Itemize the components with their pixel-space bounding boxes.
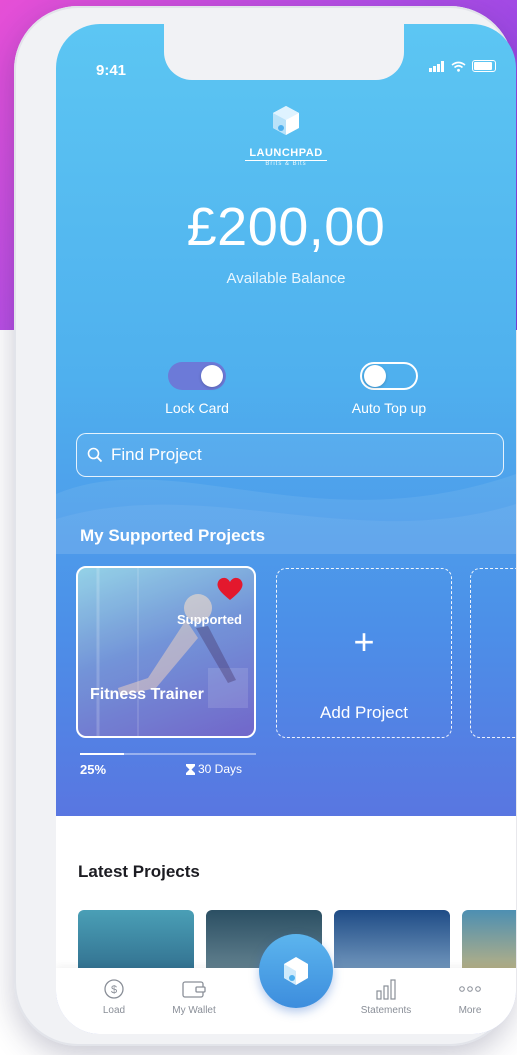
hourglass-icon bbox=[186, 763, 195, 775]
tab-label: My Wallet bbox=[172, 1005, 216, 1016]
phone-notch bbox=[164, 24, 404, 80]
search-icon bbox=[87, 447, 103, 463]
project-title: Fitness Trainer bbox=[90, 686, 204, 703]
project-duration: 30 Days bbox=[186, 762, 242, 776]
center-home-button[interactable] bbox=[259, 934, 333, 1008]
project-progress-fill bbox=[80, 753, 124, 755]
launchpad-logo-icon bbox=[284, 957, 308, 985]
tab-statements[interactable]: Statements bbox=[346, 976, 426, 1016]
toggle-knob bbox=[201, 365, 223, 387]
tab-label: Load bbox=[102, 1005, 126, 1016]
balance-amount: £200,00 bbox=[186, 197, 386, 257]
status-icons bbox=[429, 60, 496, 72]
phone-frame: 9:41 LAUNCHPAD Brits & Bits £200,00 Avai… bbox=[14, 6, 516, 1046]
signal-icon bbox=[429, 60, 444, 72]
tab-more[interactable]: More bbox=[430, 976, 510, 1016]
lock-card-toggle[interactable] bbox=[168, 362, 226, 390]
supported-projects-title: My Supported Projects bbox=[80, 526, 266, 545]
search-field[interactable] bbox=[76, 433, 504, 477]
project-duration-text: 30 Days bbox=[198, 762, 243, 776]
wallet-icon bbox=[182, 981, 206, 998]
add-project-placeholder-card[interactable] bbox=[470, 568, 516, 738]
project-card-fitness-trainer[interactable]: Supported Fitness Trainer bbox=[76, 566, 256, 738]
wifi-icon bbox=[451, 61, 466, 72]
tab-load[interactable]: $ Load bbox=[74, 976, 154, 1016]
auto-top-up-toggle[interactable] bbox=[360, 362, 418, 390]
brand-tagline: Brits & Bits bbox=[265, 161, 307, 167]
brand-logo: LAUNCHPAD Brits & Bits bbox=[236, 104, 336, 167]
launchpad-logo-icon bbox=[273, 106, 299, 135]
add-project-label: Add Project bbox=[320, 703, 408, 722]
brand-name: LAUNCHPAD bbox=[245, 147, 327, 161]
supported-badge: Supported bbox=[177, 612, 242, 627]
latest-projects-title: Latest Projects bbox=[78, 862, 200, 881]
svg-text:$: $ bbox=[111, 984, 117, 996]
toggle-knob bbox=[364, 365, 386, 387]
more-dots-icon bbox=[459, 986, 481, 992]
lock-card-label: Lock Card bbox=[165, 400, 229, 416]
tab-label: Statements bbox=[360, 1005, 412, 1016]
search-input[interactable] bbox=[109, 444, 473, 466]
tab-label: More bbox=[458, 1005, 482, 1016]
battery-icon bbox=[472, 60, 496, 72]
balance-label: Available Balance bbox=[226, 270, 346, 287]
add-project-button[interactable]: + Add Project bbox=[276, 568, 452, 738]
project-progress-bar bbox=[80, 753, 256, 755]
project-progress-label: 25% bbox=[80, 762, 107, 777]
status-time: 9:41 bbox=[96, 62, 127, 79]
app-screen: 9:41 LAUNCHPAD Brits & Bits £200,00 Avai… bbox=[56, 24, 516, 1034]
heart-icon[interactable] bbox=[216, 576, 244, 602]
bar-chart-icon bbox=[376, 979, 396, 1000]
auto-top-up-label: Auto Top up bbox=[351, 400, 427, 416]
tab-my-wallet[interactable]: My Wallet bbox=[154, 976, 234, 1016]
dollar-refresh-icon: $ bbox=[104, 979, 124, 999]
plus-icon: + bbox=[353, 621, 375, 662]
